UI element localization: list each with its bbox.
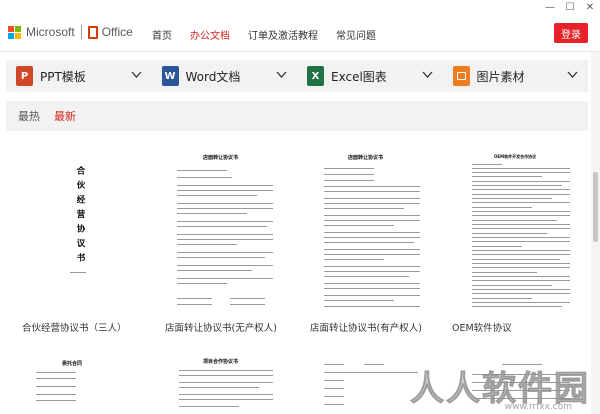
document-caption[interactable]: 合伙经营协议书（三人） bbox=[22, 320, 127, 334]
category-excel[interactable]: X Excel图表 bbox=[297, 60, 443, 92]
document-card-1[interactable]: 合伙经营协议书 bbox=[20, 148, 142, 313]
sort-tabs: 最热 最新 bbox=[6, 101, 588, 131]
image-icon bbox=[452, 66, 470, 86]
nav-item-faq[interactable]: 常见问题 bbox=[336, 27, 376, 42]
category-word[interactable]: W Word文档 bbox=[152, 60, 298, 92]
document-caption[interactable]: OEM软件协议 bbox=[452, 320, 512, 334]
tab-newest[interactable]: 最新 bbox=[54, 108, 76, 124]
document-caption[interactable]: 店面转让协议书(无产权人) bbox=[165, 320, 277, 334]
office-logo-text: Office bbox=[101, 25, 133, 39]
office-logo-icon bbox=[87, 25, 98, 39]
document-card-3[interactable]: 店面转让协议书 bbox=[310, 148, 432, 316]
login-button[interactable]: 登录 bbox=[554, 23, 588, 43]
tab-hottest[interactable]: 最热 bbox=[18, 108, 40, 124]
main-nav: 首页 办公文档 订单及激活教程 常见问题 bbox=[152, 27, 394, 42]
chevron-down-icon[interactable] bbox=[131, 69, 142, 80]
microsoft-office-logo[interactable]: Microsoft Office bbox=[8, 25, 133, 39]
nav-item-office-docs[interactable]: 办公文档 bbox=[190, 27, 230, 42]
minimize-icon[interactable]: — bbox=[540, 0, 560, 14]
microsoft-logo-icon bbox=[8, 25, 21, 39]
chevron-down-icon[interactable] bbox=[276, 69, 287, 80]
category-label: PPT模板 bbox=[40, 69, 86, 84]
document-title: OEM软件开发合作协议 bbox=[494, 154, 537, 159]
document-caption[interactable]: 店面转让协议书(有产权人) bbox=[310, 320, 422, 334]
category-bar: P PPT模板 W Word文档 X Excel图表 图片素材 bbox=[6, 60, 588, 92]
category-label: Word文档 bbox=[185, 69, 241, 84]
excel-icon: X bbox=[307, 66, 324, 86]
microsoft-logo-text: Microsoft bbox=[26, 25, 75, 39]
document-title: 店面转让协议书 bbox=[348, 155, 384, 161]
nav-item-order-tutorial[interactable]: 订单及激活教程 bbox=[248, 27, 318, 42]
vertical-scrollbar[interactable] bbox=[591, 52, 600, 414]
ppt-icon-letter: P bbox=[20, 70, 29, 82]
category-label: 图片素材 bbox=[476, 69, 525, 84]
scrollbar-thumb[interactable] bbox=[593, 172, 598, 242]
watermark-url: www.rrfxx.com bbox=[504, 402, 572, 412]
top-header: Microsoft Office 首页 办公文档 订单及激活教程 常见问题 登录 bbox=[0, 14, 600, 52]
category-label: Excel图表 bbox=[331, 69, 387, 84]
ppt-icon: P bbox=[16, 66, 33, 86]
document-title: 委托合同 bbox=[62, 361, 83, 367]
document-card-4[interactable]: OEM软件开发合作协议 bbox=[462, 148, 580, 316]
document-card-5[interactable]: 委托合同 bbox=[20, 350, 142, 414]
chevron-down-icon[interactable] bbox=[567, 69, 578, 80]
category-images[interactable]: 图片素材 bbox=[443, 60, 589, 92]
document-title: 项目合作协议书 bbox=[203, 359, 239, 365]
chevron-down-icon[interactable] bbox=[422, 69, 433, 80]
close-icon[interactable]: ✕ bbox=[580, 0, 600, 14]
word-icon: W bbox=[161, 66, 179, 86]
nav-item-home[interactable]: 首页 bbox=[152, 27, 172, 42]
document-title: 合伙经营协议书 bbox=[75, 166, 85, 268]
document-card-2[interactable]: 店面转让协议书 bbox=[165, 148, 285, 316]
document-card-6[interactable]: 项目合作协议书 bbox=[165, 350, 285, 414]
category-ppt[interactable]: P PPT模板 bbox=[6, 60, 152, 92]
word-icon-letter: W bbox=[164, 70, 176, 82]
window-controls: — ☐ ✕ bbox=[540, 0, 600, 14]
logo-divider bbox=[80, 25, 82, 39]
document-title: 店面转让协议书 bbox=[203, 155, 239, 161]
excel-icon-letter: X bbox=[311, 70, 320, 82]
maximize-icon[interactable]: ☐ bbox=[560, 0, 580, 14]
